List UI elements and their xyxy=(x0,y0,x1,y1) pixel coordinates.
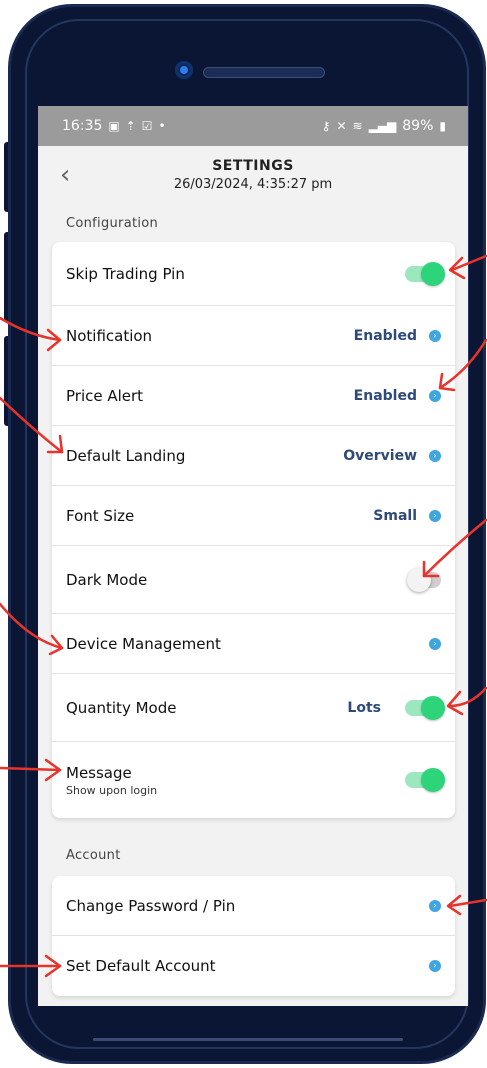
row-price-alert[interactable]: Price Alert Enabled › xyxy=(52,366,455,426)
key-icon: ⚷ xyxy=(321,119,331,133)
upload-icon: ⇡ xyxy=(125,119,136,133)
page-title: SETTINGS xyxy=(212,158,294,174)
row-label: Device Management xyxy=(66,634,221,653)
row-default-landing[interactable]: Default Landing Overview › xyxy=(52,426,455,486)
account-section-label: Account xyxy=(66,848,121,863)
dark-mode-toggle[interactable] xyxy=(407,567,441,592)
row-label: Price Alert xyxy=(66,386,144,405)
row-skip-trading-pin[interactable]: Skip Trading Pin xyxy=(52,242,455,306)
image-icon: ▣ xyxy=(108,119,120,133)
price-alert-value: Enabled xyxy=(353,387,417,404)
row-font-size[interactable]: Font Size Small › xyxy=(52,486,455,546)
account-card: Change Password / Pin › Set Default Acco… xyxy=(52,876,455,996)
status-time: 16:35 xyxy=(62,118,103,134)
chevron-right-icon: › xyxy=(429,389,441,402)
chevron-right-icon: › xyxy=(429,637,441,650)
earpiece-speaker xyxy=(203,67,325,78)
row-label: Set Default Account xyxy=(66,957,216,975)
row-sublabel: Show upon login xyxy=(66,783,158,797)
front-camera-icon xyxy=(175,61,193,79)
configuration-card: Skip Trading Pin Notification Enabled › … xyxy=(52,242,455,818)
check-box-icon: ☑ xyxy=(141,119,153,133)
mute-icon: ✕ xyxy=(336,119,347,133)
row-set-default-account[interactable]: Set Default Account › xyxy=(52,936,455,996)
quantity-mode-toggle[interactable] xyxy=(405,695,445,720)
row-change-password[interactable]: Change Password / Pin › xyxy=(52,876,455,936)
back-button[interactable]: ‹ xyxy=(60,160,70,190)
signal-icon: ▂▄▆ xyxy=(368,119,397,133)
font-size-value: Small xyxy=(373,507,417,524)
row-notification[interactable]: Notification Enabled › xyxy=(52,306,455,366)
row-message[interactable]: Message Show upon login xyxy=(52,742,455,818)
configuration-section-label: Configuration xyxy=(66,216,159,231)
row-dark-mode[interactable]: Dark Mode xyxy=(52,546,455,614)
status-bar: 16:35 ▣ ⇡ ☑ • ⚷ ✕ ≋ ▂▄▆ 89% ▮ xyxy=(38,106,468,146)
battery-level: 89% xyxy=(402,118,434,134)
chevron-right-icon: › xyxy=(429,449,441,462)
app-screen: 16:35 ▣ ⇡ ☑ • ⚷ ✕ ≋ ▂▄▆ 89% ▮ ‹ SETTINGS… xyxy=(38,106,468,1006)
page-datetime: 26/03/2024, 4:35:27 pm xyxy=(173,177,333,192)
default-landing-value: Overview xyxy=(343,447,417,464)
message-toggle[interactable] xyxy=(405,768,445,792)
row-label: Change Password / Pin xyxy=(66,896,236,915)
chevron-right-icon: › xyxy=(429,960,441,972)
row-label: Dark Mode xyxy=(66,570,148,589)
wifi-icon: ≋ xyxy=(352,119,363,133)
quantity-mode-value: Lots xyxy=(347,699,381,716)
row-label: Skip Trading Pin xyxy=(66,264,185,283)
home-indicator xyxy=(93,1038,403,1041)
page-header: ‹ SETTINGS 26/03/2024, 4:35:27 pm xyxy=(38,152,468,202)
row-label: Message xyxy=(66,763,132,782)
chevron-right-icon: › xyxy=(429,509,441,522)
row-label: Quantity Mode xyxy=(66,698,177,717)
battery-icon: ▮ xyxy=(439,119,446,133)
skip-trading-pin-toggle[interactable] xyxy=(405,261,445,286)
row-label: Notification xyxy=(66,326,153,345)
dot-icon: • xyxy=(158,119,166,133)
row-quantity-mode[interactable]: Quantity Mode Lots xyxy=(52,674,455,742)
chevron-right-icon: › xyxy=(429,899,441,912)
notification-value: Enabled xyxy=(353,327,417,344)
row-label: Default Landing xyxy=(66,446,186,465)
row-label: Font Size xyxy=(66,506,135,525)
row-device-management[interactable]: Device Management › xyxy=(52,614,455,674)
chevron-right-icon: › xyxy=(429,329,441,342)
